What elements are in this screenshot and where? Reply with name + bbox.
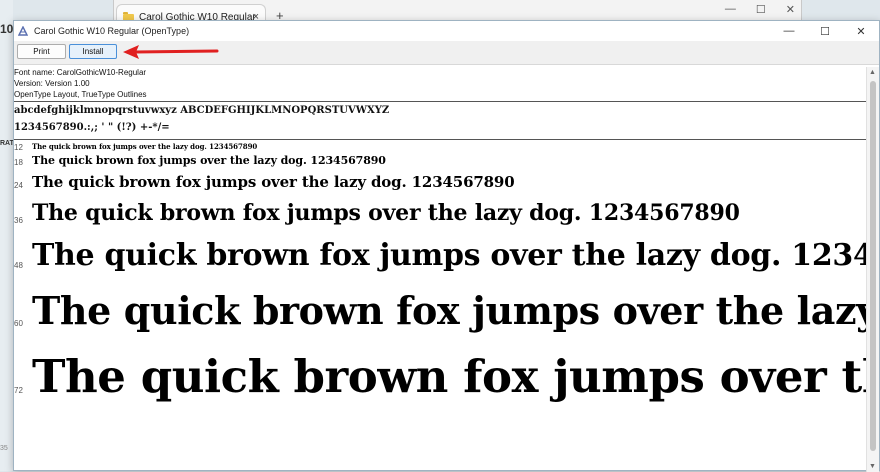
sample-row-60: 60 The quick brown fox jumps over the la… [14, 288, 869, 346]
background-fragment: 35 [0, 445, 8, 452]
sample-size-label: 48 [14, 261, 23, 270]
maximize-button[interactable]: ☐ [756, 3, 766, 16]
font-name: Font name: CarolGothicW10-Regular [14, 68, 147, 77]
vertical-scrollbar[interactable]: ▲ ▼ [866, 67, 879, 472]
sample-row-36: 36 The quick brown fox jumps over the la… [14, 200, 869, 234]
toolbar: Print Install [14, 41, 879, 65]
sample-size-label: 12 [14, 143, 23, 152]
minimize-button[interactable]: — [725, 3, 736, 16]
character-set: abcdefghijklmnopqrstuvwxyz ABCDEFGHIJKLM… [14, 102, 869, 136]
explorer-window-controls: — ☐ ✕ [725, 3, 795, 16]
background-app-edge: 10 RAT 35 [0, 0, 14, 471]
sample-row-48: 48 The quick brown fox jumps over the la… [14, 238, 869, 284]
title-bar: Carol Gothic W10 Regular (OpenType) — ☐ … [14, 21, 879, 41]
charset-symbols: 1234567890.:,; ' " (!?) +-*/= [14, 122, 170, 133]
close-button[interactable]: ✕ [786, 3, 795, 16]
window-title: Carol Gothic W10 Regular (OpenType) [34, 26, 190, 36]
minimize-button[interactable]: — [771, 21, 807, 41]
sample-row-18: 18 The quick brown fox jumps over the la… [14, 154, 869, 170]
sample-size-label: 36 [14, 216, 23, 225]
font-type: OpenType Layout, TrueType Outlines [14, 90, 147, 99]
sample-text: The quick brown fox jumps over the lazy … [32, 200, 740, 226]
background-fragment: RAT [0, 140, 14, 147]
sample-text: The quick brown fox jumps over the lazy … [32, 142, 258, 151]
sample-size-label: 18 [14, 158, 23, 167]
sample-text: The quick brown fox jumps over the lazy … [32, 238, 869, 273]
sample-size-label: 72 [14, 386, 23, 395]
print-button[interactable]: Print [17, 44, 66, 59]
install-button[interactable]: Install [69, 44, 117, 59]
close-button[interactable]: ✕ [843, 21, 879, 41]
background-fragment: 10 [0, 22, 14, 36]
font-version: Version: Version 1.00 [14, 79, 90, 88]
scroll-down-icon[interactable]: ▼ [869, 463, 876, 470]
font-samples: 12 The quick brown fox jumps over the la… [14, 140, 869, 472]
charset-letters: abcdefghijklmnopqrstuvwxyz ABCDEFGHIJKLM… [14, 105, 390, 116]
sample-row-24: 24 The quick brown fox jumps over the la… [14, 173, 869, 197]
red-arrow-annotation [123, 45, 219, 59]
sample-text: The quick brown fox jumps over the lazy … [32, 288, 869, 333]
sample-row-72: 72 The quick brown fox jumps over the la… [14, 350, 869, 420]
window-controls: — ☐ ✕ [771, 21, 879, 41]
font-app-icon [18, 26, 28, 36]
font-viewer-window: Carol Gothic W10 Regular (OpenType) — ☐ … [13, 20, 880, 472]
scroll-up-icon[interactable]: ▲ [869, 69, 876, 76]
sample-text: The quick brown fox jumps over the lazy … [32, 154, 386, 167]
sample-size-label: 24 [14, 181, 23, 190]
maximize-button[interactable]: ☐ [807, 21, 843, 41]
font-info: Font name: CarolGothicW10-Regular Versio… [14, 67, 869, 100]
sample-text: The quick brown fox jumps over the lazy … [32, 350, 869, 403]
sample-size-label: 60 [14, 319, 23, 328]
sample-row-12: 12 The quick brown fox jumps over the la… [14, 142, 869, 152]
sample-text: The quick brown fox jumps over the lazy … [32, 173, 515, 191]
scroll-thumb[interactable] [870, 81, 876, 451]
